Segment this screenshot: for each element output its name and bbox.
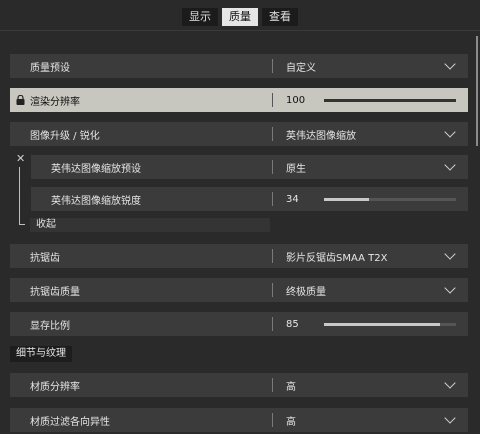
nis-sharpness-slider-fill <box>324 197 369 201</box>
nis-preset-label: 英伟达图像缩放预设 <box>51 163 141 175</box>
texture-filtering-label: 材质过滤各向异性 <box>30 416 110 428</box>
nis-sharpness-row[interactable]: 英伟达图像缩放锐度 34 <box>31 187 468 211</box>
render-resolution-value: 100 <box>286 94 306 106</box>
chevron-down-icon[interactable] <box>444 58 456 70</box>
nis-preset-row[interactable]: 英伟达图像缩放预设 原生 <box>31 155 468 179</box>
row-separator <box>272 160 273 174</box>
row-separator <box>272 93 273 107</box>
row-separator <box>272 127 273 141</box>
lock-icon <box>16 95 25 105</box>
chevron-down-icon[interactable] <box>444 377 456 389</box>
texture-resolution-value: 高 <box>286 381 296 393</box>
chevron-down-icon[interactable] <box>444 412 456 424</box>
antialiasing-row[interactable]: 抗锯齿 影片反锯齿SMAA T2X <box>10 244 468 268</box>
upscaling-value: 英伟达图像缩放 <box>286 130 356 142</box>
vram-scale-row[interactable]: 显存比例 85 <box>10 312 468 336</box>
section-title: 细节与纹理 <box>10 346 72 362</box>
row-separator <box>272 378 273 392</box>
row-separator <box>272 59 273 73</box>
header-divider <box>0 30 480 31</box>
vram-scale-slider-fill <box>324 322 441 326</box>
render-resolution-label: 渲染分辨率 <box>30 96 80 108</box>
chevron-down-icon[interactable] <box>444 159 456 171</box>
tab-view[interactable]: 查看 <box>262 8 298 26</box>
aa-quality-label: 抗锯齿质量 <box>30 286 80 298</box>
chevron-down-icon[interactable] <box>444 248 456 260</box>
quality-preset-label: 质量预设 <box>30 62 70 74</box>
scrollbar[interactable] <box>476 36 478 146</box>
antialiasing-label: 抗锯齿 <box>30 252 60 264</box>
nis-sharpness-slider[interactable] <box>324 197 456 201</box>
antialiasing-value: 影片反锯齿SMAA T2X <box>286 252 388 264</box>
row-separator <box>272 317 273 331</box>
texture-resolution-row[interactable]: 材质分辨率 高 <box>10 373 468 397</box>
chevron-down-icon[interactable] <box>444 282 456 294</box>
tab-bar: 显示 质量 查看 <box>0 8 480 26</box>
texture-filtering-row[interactable]: 材质过滤各向异性 高 <box>10 408 468 432</box>
row-separator <box>272 249 273 263</box>
chevron-down-icon[interactable] <box>444 126 456 138</box>
quality-preset-value: 自定义 <box>286 62 316 74</box>
nis-sharpness-label: 英伟达图像缩放锐度 <box>51 195 141 207</box>
render-resolution-row[interactable]: 渲染分辨率 100 <box>10 88 468 112</box>
vram-scale-label: 显存比例 <box>30 320 70 332</box>
texture-resolution-label: 材质分辨率 <box>30 381 80 393</box>
aa-quality-value: 终极质量 <box>286 286 326 298</box>
quality-preset-row[interactable]: 质量预设 自定义 <box>10 54 468 78</box>
texture-filtering-value: 高 <box>286 416 296 428</box>
row-separator <box>272 192 273 206</box>
render-resolution-slider[interactable] <box>324 98 456 102</box>
tab-display[interactable]: 显示 <box>182 8 218 26</box>
vram-scale-value: 85 <box>286 318 299 330</box>
tab-quality[interactable]: 质量 <box>222 8 258 26</box>
render-resolution-slider-fill <box>324 98 456 102</box>
row-separator <box>272 413 273 427</box>
nis-preset-value: 原生 <box>286 163 306 175</box>
nis-sharpness-value: 34 <box>286 193 299 205</box>
close-icon[interactable]: ✕ <box>16 152 25 165</box>
vram-scale-slider[interactable] <box>324 322 456 326</box>
collapse-button[interactable]: 收起 <box>30 218 270 232</box>
group-bracket <box>19 167 25 225</box>
aa-quality-row[interactable]: 抗锯齿质量 终极质量 <box>10 278 468 302</box>
upscaling-row[interactable]: 图像升级 / 锐化 英伟达图像缩放 <box>10 122 468 146</box>
row-separator <box>272 283 273 297</box>
upscaling-label: 图像升级 / 锐化 <box>30 130 100 142</box>
